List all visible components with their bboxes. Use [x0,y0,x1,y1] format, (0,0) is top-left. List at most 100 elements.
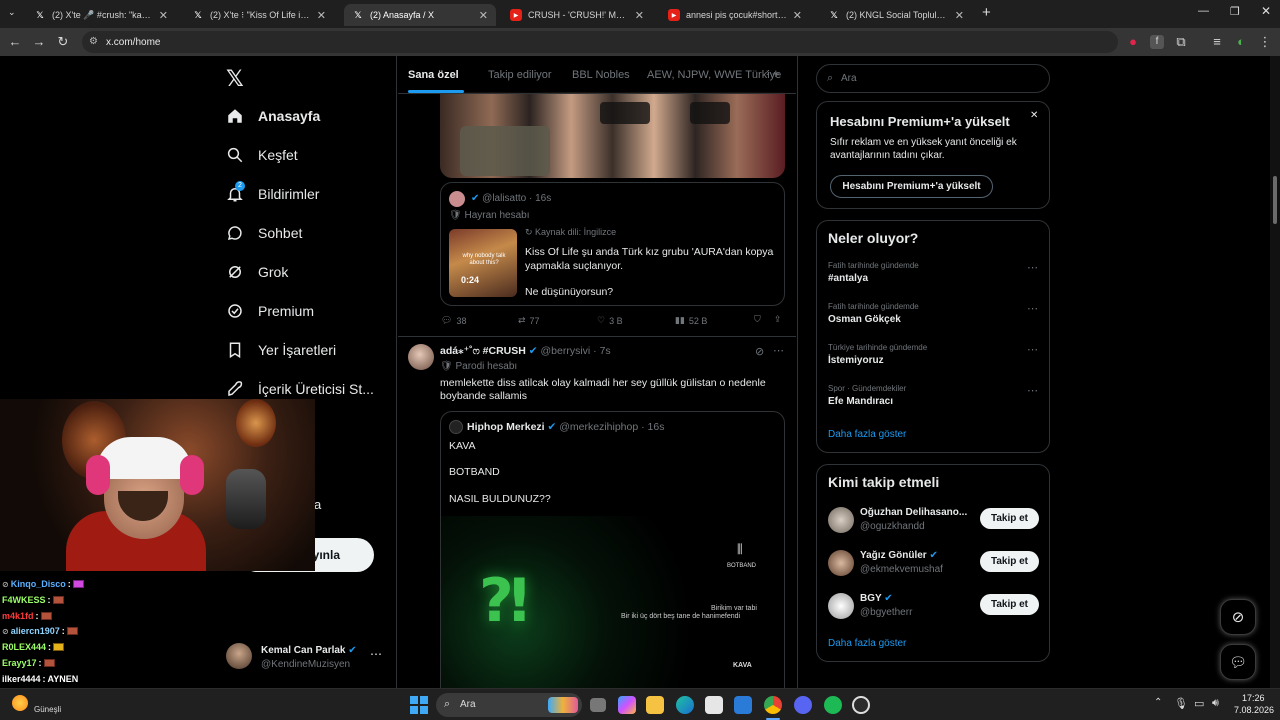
retweet-button[interactable]: ⇄ 77 [518,315,540,326]
discord-icon[interactable] [794,696,812,714]
volume-icon[interactable]: 🔊︎ [1212,697,1219,710]
profile-icon[interactable]: ◐ [1234,35,1248,49]
file-explorer-icon[interactable] [646,696,664,714]
grok-float-button[interactable]: ⊘ [1220,599,1256,635]
trend-more-icon[interactable]: ⋯ [1027,261,1039,274]
feed-tab[interactable]: AEW, NJPW, WWE Türkiye [647,69,781,81]
follow-button[interactable]: Takip et [980,508,1039,529]
premium-button[interactable]: Hesabını Premium+'a yükselt [830,175,993,198]
extension-red-icon[interactable]: ● [1126,35,1140,49]
clock-time[interactable]: 17:26 [1242,693,1265,703]
search-box[interactable]: ⌕ Ara [816,64,1050,93]
tweet-avatar[interactable] [408,344,434,370]
maximize-button[interactable]: ❐ [1230,5,1240,18]
sidebar-item-search[interactable]: Keşfet [226,140,298,170]
close-window-button[interactable]: ✕ [1261,4,1271,18]
store-icon[interactable] [705,696,723,714]
address-bar[interactable]: ⚙ x.com/home [82,31,1118,53]
follow-suggestion[interactable]: BGY ✔ @bgyetherr Takip et [817,591,1049,627]
obs-icon[interactable] [852,696,870,714]
x-logo-icon[interactable]: 𝕏 [226,66,244,92]
tab-scroll-icon[interactable]: › [766,67,770,79]
close-tab-icon[interactable]: ✕ [635,9,644,22]
edge-icon[interactable] [676,696,694,714]
reload-icon[interactable]: ↻ [56,35,70,49]
close-tab-icon[interactable]: ✕ [955,9,964,22]
taskbar-search[interactable]: ⌕ Ara [436,693,582,717]
close-icon[interactable]: ✕ [1030,110,1038,121]
weather-icon[interactable] [12,695,28,711]
close-tab-icon[interactable]: ✕ [793,9,802,22]
views-button[interactable]: ▮▮ 52 B [675,315,707,326]
mail-icon[interactable] [734,696,752,714]
back-icon[interactable]: ← [8,35,22,49]
quoted2-media[interactable]: ⫼ BOTBAND ⁈ Birikim var tabi Bir iki üç … [441,516,784,688]
clock-date[interactable]: 7.08.2026 [1234,705,1274,715]
like-button[interactable]: ♡ 3 B [597,315,623,326]
chrome-icon[interactable] [764,696,782,714]
feed-tab[interactable]: BBL Nobles [572,69,630,81]
account-switcher[interactable]: Kemal Can Parlak ✔ @KendineMuzisyen ⋯ [226,641,386,675]
close-tab-icon[interactable]: ✕ [479,9,488,22]
browser-tab[interactable]: ▶ CRUSH - 'CRUSH!' MV REACTION ✕ [502,4,652,26]
trend-item[interactable]: Fatih tarihinde gündemde #antalya ⋯ [817,261,1049,299]
tweet-author[interactable]: adá⁎⁺˚ෆ #CRUSH ✔ @berrysivi · 7s [440,345,611,358]
quoted-video[interactable]: why nobody talk about this? 0:24 [449,229,517,297]
account-more-icon[interactable]: ⋯ [370,647,382,661]
trend-item[interactable]: Spor · Gündemdekiler Efe Mandıracı ⋯ [817,384,1049,422]
grok-icon[interactable]: ⊘ [755,345,764,358]
menu-icon[interactable]: ⋮ [1258,35,1272,49]
copilot-icon[interactable] [618,696,636,714]
trend-more-icon[interactable]: ⋯ [1027,384,1039,397]
messages-float-button[interactable]: 💬︎ [1220,644,1256,680]
quoted-tweet[interactable]: ✔ @lalisatto · 16s 🛡 Hayran hesabı why n… [440,182,785,306]
forward-icon[interactable]: → [32,35,46,49]
scrollbar-thumb[interactable] [1273,176,1277,224]
minimize-button[interactable]: — [1198,5,1209,17]
sidebar-item-grok[interactable]: Grok [226,257,288,287]
microphone-icon[interactable]: 🎙︎ [1174,697,1188,710]
trends-more-link[interactable]: Daha fazla göster [828,429,906,440]
feed-tab[interactable]: Sana özel [408,69,459,81]
follow-suggestion[interactable]: Oğuzhan Delihasano... @oguzkhandd Takip et [817,505,1049,541]
reply-button[interactable]: 💬︎ 38 [441,315,466,326]
follow-button[interactable]: Takip et [980,594,1039,615]
sidebar-item-premium[interactable]: Premium [226,296,314,326]
browser-tab[interactable]: 𝕏 (2) KNGL Social Topluluk / X ✕ [820,4,972,26]
start-button[interactable] [410,696,428,714]
network-icon[interactable]: ▭ [1194,697,1204,710]
feed-tab[interactable]: Takip ediliyor [488,69,552,81]
browser-tab[interactable]: ▶ annesi pis çocuk#shorts #anne ✕ [660,4,810,26]
sidebar-item-bell[interactable]: 2 Bildirimler [226,179,319,209]
tab-search-icon[interactable]: ⌄ [8,7,16,18]
trend-item[interactable]: Fatih tarihinde gündemde Osman Gökçek ⋯ [817,302,1049,340]
tray-overflow-icon[interactable]: ⌃ [1154,697,1162,708]
extension-f-icon[interactable]: f [1150,35,1164,49]
browser-tab[interactable]: 𝕏 (2) X'te ⁝ "Kiss Of Life is currently" ✕ [184,4,334,26]
tweet-image[interactable] [440,92,785,178]
sidebar-item-bookmark[interactable]: Yer İşaretleri [226,335,336,365]
follow-button[interactable]: Takip et [980,551,1039,572]
extensions-icon[interactable]: ⧉ [1174,35,1188,49]
tweet-more-icon[interactable]: ⋯ [773,344,784,357]
follow-more-link[interactable]: Daha fazla göster [828,638,906,649]
task-view-icon[interactable] [590,698,606,712]
site-info-icon[interactable]: ⚙ [89,36,98,47]
close-tab-icon[interactable]: ✕ [317,9,326,22]
quoted-tweet-2[interactable]: Hiphop Merkezi ✔ @merkezihiphop · 16s KA… [440,411,785,688]
browser-tab[interactable]: 𝕏 (2) Anasayfa / X ✕ [344,4,496,26]
sidebar-item-home[interactable]: Anasayfa [226,101,320,131]
close-tab-icon[interactable]: ✕ [159,9,168,22]
sidebar-item-chat[interactable]: Sohbet [226,218,302,248]
spotify-icon[interactable] [824,696,842,714]
share-button[interactable]: ⇪ [774,314,782,325]
scrollbar[interactable] [1270,56,1280,688]
browser-tab[interactable]: 𝕏 (2) X'te 🎤 #crush: "karm6 lans" ✕ [26,4,176,26]
reading-list-icon[interactable]: ≡ [1210,35,1224,49]
new-tab-button[interactable]: + [982,4,991,21]
follow-suggestion[interactable]: Yağız Gönüler ✔ @ekmekvemushaf Takip et [817,548,1049,584]
trend-more-icon[interactable]: ⋯ [1027,343,1039,356]
trend-more-icon[interactable]: ⋯ [1027,302,1039,315]
add-tab-icon[interactable]: + [772,66,780,81]
trend-item[interactable]: Türkiye tarihinde gündemde İstemiyoruz ⋯ [817,343,1049,381]
